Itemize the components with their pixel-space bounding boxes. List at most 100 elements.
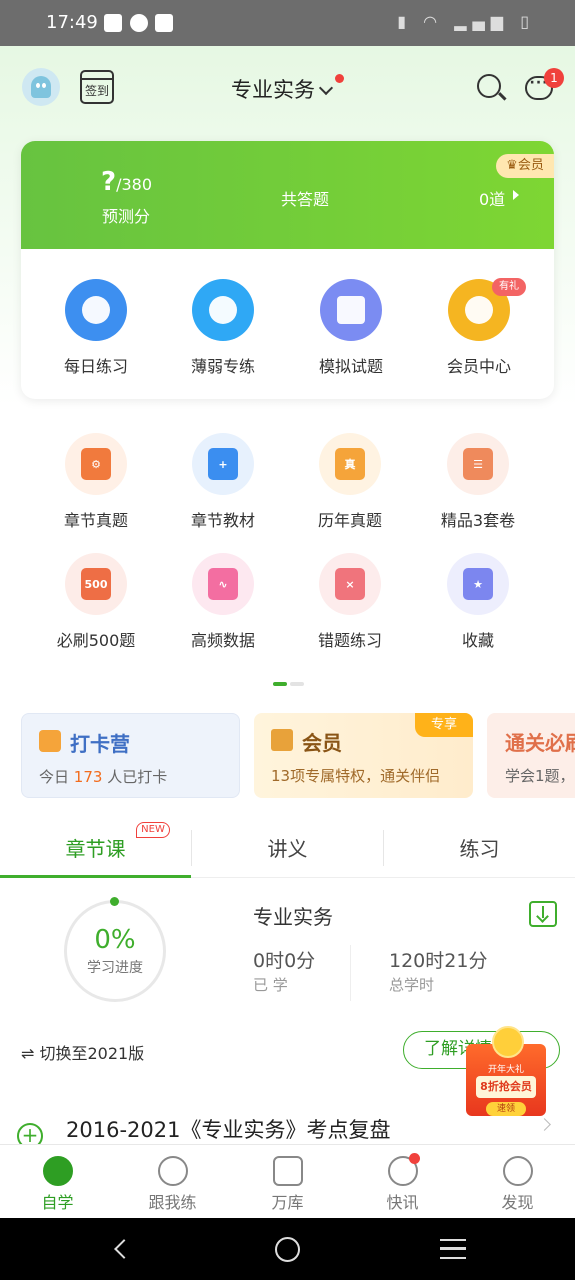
nav-label: 自学 — [41, 1193, 74, 1212]
predicted-score-label: 预测分 — [102, 207, 151, 226]
exam-paper-icon — [320, 279, 382, 341]
checkin-title: 打卡营 — [70, 732, 130, 756]
grid-favorites[interactable]: ★ 收藏 — [423, 553, 533, 651]
nav-question-bank[interactable]: 万库 — [230, 1145, 345, 1219]
vip-tag[interactable]: ♛会员 — [496, 154, 554, 178]
app-icon — [155, 14, 173, 32]
answer-count[interactable]: 0道 — [479, 186, 520, 210]
nav-label: 万库 — [271, 1193, 304, 1212]
chapter-questions-icon: ⚙ — [65, 433, 127, 495]
pass-title: 通关必刷 — [505, 731, 575, 755]
pass-sub: 学会1题， — [505, 767, 575, 785]
stat-divider — [350, 945, 351, 1001]
download-icon[interactable] — [529, 901, 557, 927]
nav-label: 发现 — [501, 1193, 534, 1212]
nav-label: 跟我练 — [148, 1193, 197, 1212]
red-dot — [335, 74, 344, 83]
check-icon — [130, 14, 148, 32]
status-time: 17:49 — [46, 12, 98, 33]
member-card[interactable]: 会员 13项专属特权，通关伴侣 专享 — [254, 713, 473, 798]
grid-past-exams[interactable]: 真 历年真题 — [295, 433, 405, 531]
star-icon: ★ — [447, 553, 509, 615]
wrong-questions-icon: × — [319, 553, 381, 615]
member-sub: 13项专属特权，通关伴侣 — [271, 767, 441, 785]
grid-label: 高频数据 — [190, 631, 255, 650]
textbook-icon: + — [192, 433, 254, 495]
checkin-sub: 今日 173 人已打卡 — [39, 768, 168, 786]
member-title: 会员 — [302, 731, 342, 755]
progress-dot — [110, 897, 119, 906]
progress-label: 学习进度 — [87, 960, 143, 976]
must-do-500-icon: 500 — [65, 553, 127, 615]
calendar-icon — [39, 730, 61, 752]
grid-must-do-500[interactable]: 500 必刷500题 — [41, 553, 151, 651]
pass-card[interactable]: 通关必刷 学会1题， — [487, 713, 575, 798]
grid-chapter-textbook[interactable]: + 章节教材 — [168, 433, 278, 531]
grid-pager — [273, 671, 307, 690]
banner-pager — [266, 237, 314, 256]
progress-percent: 0% — [94, 925, 136, 955]
quick-weak-practice[interactable]: 薄弱专练 — [173, 279, 273, 377]
course-tabs: 章节课 NEW 讲义 练习 — [0, 818, 575, 878]
menu-icon[interactable] — [440, 1239, 466, 1259]
grid-high-frequency[interactable]: ∿ 高频数据 — [168, 553, 278, 651]
gift-badge: 有礼 — [492, 278, 526, 296]
tab-practice[interactable]: 练习 — [384, 833, 575, 862]
nav-label: 快讯 — [386, 1193, 419, 1212]
nav-self-study[interactable]: 自学 — [0, 1145, 115, 1219]
grid-label: 收藏 — [461, 631, 494, 650]
home-icon[interactable] — [275, 1237, 300, 1262]
compass-icon — [502, 1156, 533, 1186]
prediction-banner[interactable]: ?/380 预测分 共答题 0道 ♛会员 — [21, 141, 554, 252]
tab-handouts[interactable]: 讲义 — [192, 833, 383, 862]
coin-icon — [492, 1026, 524, 1058]
list-item-title: 2016-2021《专业实务》考点复盘 — [66, 1118, 391, 1142]
grid-chapter-questions[interactable]: ⚙ 章节真题 — [41, 433, 151, 531]
system-status-icons: ▮ ◠ ▂▄▆ ▯ — [397, 12, 535, 31]
status-bar: 17:49 ▮ ◠ ▂▄▆ ▯ — [0, 0, 575, 46]
nav-follow-practice[interactable]: 跟我练 — [115, 1145, 230, 1219]
notification-icon — [104, 14, 122, 32]
switch-version-link[interactable]: ⇌ 切换至2021版 — [21, 1040, 144, 1064]
quick-mock-exam[interactable]: 模拟试题 — [301, 279, 401, 377]
checkin-camp-card[interactable]: 打卡营 今日 173 人已打卡 — [21, 713, 240, 798]
course-name: 专业实务 — [253, 905, 333, 929]
search-icon[interactable] — [477, 74, 501, 98]
quick-member-center[interactable]: 有礼 会员中心 — [429, 278, 529, 377]
nav-news[interactable]: 快讯 — [345, 1145, 460, 1219]
past-exams-icon: 真 — [319, 433, 381, 495]
quick-actions: 每日练习 薄弱专练 模拟试题 有礼 会员中心 — [21, 271, 554, 381]
premium-papers-icon: ☰ — [447, 433, 509, 495]
chat-bubble-icon — [192, 279, 254, 341]
high-frequency-icon: ∿ — [192, 553, 254, 615]
system-nav-bar — [0, 1218, 575, 1280]
quick-label: 薄弱专练 — [190, 357, 255, 376]
grid-premium-papers[interactable]: ☰ 精品3套卷 — [423, 433, 533, 531]
grid-wrong-questions[interactable]: × 错题练习 — [295, 553, 405, 651]
grid-label: 历年真题 — [317, 511, 382, 530]
nav-discover[interactable]: 发现 — [460, 1145, 575, 1219]
promo-line1: 开年大礼 — [487, 1065, 524, 1075]
new-badge: NEW — [136, 822, 170, 838]
back-icon[interactable] — [114, 1239, 134, 1259]
quick-label: 每日练习 — [63, 357, 128, 376]
list-item[interactable]: + 2016-2021《专业实务》考点复盘 — [0, 1100, 575, 1144]
grid-label: 章节真题 — [63, 511, 128, 530]
learned-time: 0时0分 — [253, 950, 316, 972]
chevron-right-icon — [538, 1118, 551, 1131]
grid-label: 精品3套卷 — [440, 511, 516, 530]
add-icon[interactable]: + — [17, 1123, 43, 1144]
subject-title: 专业实务 — [231, 78, 315, 102]
app-header: 签到 专业实务 ··· 1 — [0, 46, 575, 130]
learned-label: 已 学 — [253, 976, 288, 994]
prediction-card: ?/380 预测分 共答题 0道 ♛会员 每日练习 薄弱专练 模拟试题 有礼 会… — [21, 141, 554, 399]
grid-label: 错题练习 — [317, 631, 382, 650]
quick-label: 会员中心 — [446, 357, 511, 376]
quick-daily-practice[interactable]: 每日练习 — [46, 279, 146, 377]
news-dot — [409, 1153, 420, 1164]
total-hours: 120时21分 — [389, 950, 488, 972]
chevron-down-icon — [318, 80, 334, 96]
crown-icon — [271, 729, 293, 751]
grid-label: 必刷500题 — [56, 631, 136, 650]
list-icon — [272, 1156, 303, 1186]
